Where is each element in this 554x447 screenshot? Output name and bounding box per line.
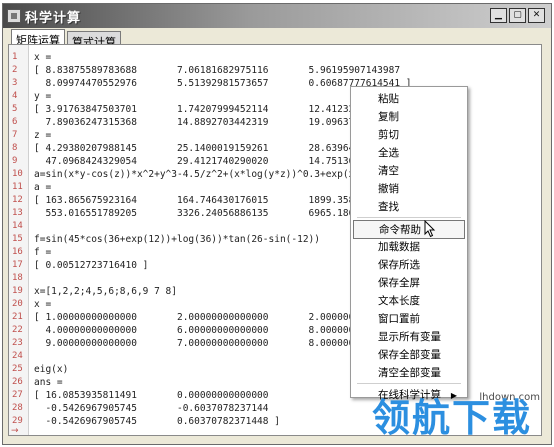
line-number: 20: [12, 299, 23, 309]
editor-line: 2 [ 8.83875589783688 7.06181682975116 5.9…: [9, 64, 541, 77]
line-text: -0.5426967905745 0.60370782371448 ]: [34, 416, 280, 427]
window-controls: ▁ ▢ ✕: [490, 8, 545, 23]
mouse-cursor-icon: [424, 220, 436, 238]
line-number: 12: [12, 195, 23, 205]
line-number: 13: [12, 208, 23, 218]
menu-item-label: 清空全部变量: [378, 367, 441, 379]
menu-item-label: 文本长度: [378, 295, 420, 307]
line-text: x =: [34, 299, 52, 310]
line-number: 18: [12, 273, 23, 283]
line-number: 8: [12, 143, 18, 153]
line-number: 17: [12, 260, 23, 270]
line-text: x=[1,2,2;4,5,6;8,6,9 7 8]: [34, 286, 177, 297]
menu-item[interactable]: 保存所选: [353, 256, 465, 275]
line-number: 4: [12, 91, 18, 101]
line-number: 24: [12, 351, 23, 361]
menu-item[interactable]: 显示所有变量: [353, 328, 465, 347]
minimize-icon: ▁: [495, 10, 502, 20]
line-number: 19: [12, 286, 23, 296]
editor-line: 1 x =: [9, 51, 541, 64]
minimize-button[interactable]: ▁: [490, 8, 507, 23]
line-number: 21: [12, 312, 23, 322]
menu-item-label: 显示所有变量: [378, 331, 441, 343]
menu-item[interactable]: 文本长度: [353, 292, 465, 311]
line-text: 4.00000000000000 6.00000000000000 8.0000…: [34, 325, 401, 336]
line-number: 27: [12, 390, 23, 400]
prompt-arrow-icon: →: [11, 426, 19, 436]
line-number: 6: [12, 117, 18, 127]
line-text: [ 1.00000000000000 2.00000000000000 2.00…: [34, 312, 401, 323]
menu-item[interactable]: 保存全屏: [353, 274, 465, 293]
menu-item-label: 保存所选: [378, 259, 420, 271]
line-number: 7: [12, 130, 18, 140]
line-text: z =: [34, 130, 52, 141]
line-number: 10: [12, 169, 23, 179]
menu-item[interactable]: 保存全部变量: [353, 346, 465, 365]
line-number: 3: [12, 78, 18, 88]
line-text: eig(x): [34, 364, 69, 375]
line-number: 16: [12, 247, 23, 257]
menu-separator: [357, 383, 461, 384]
maximize-icon: ▢: [513, 10, 522, 20]
line-number: 22: [12, 325, 23, 335]
menu-item-label: 命令帮助: [379, 224, 421, 236]
menu-item[interactable]: 加载数据: [353, 238, 465, 257]
line-text: ans =: [34, 377, 63, 388]
watermark-logo: 领航下载: [372, 396, 533, 440]
maximize-button[interactable]: ▢: [509, 8, 526, 23]
line-number: 23: [12, 338, 23, 348]
line-text: f=sin(45*cos(36+exp(12))+log(36))*tan(26…: [34, 234, 320, 245]
menu-item-label: 窗口置前: [378, 313, 420, 325]
line-text: [ 0.00512723716410 ]: [34, 260, 149, 271]
line-number: 2: [12, 65, 18, 75]
context-menu: 粘贴复制剪切全选清空撤销查找命令帮助加载数据保存所选保存全屏文本长度窗口置前显示…: [350, 86, 468, 401]
line-number: 1: [12, 52, 18, 62]
line-number: 5: [12, 104, 18, 114]
line-text: x =: [34, 52, 52, 63]
line-text: [ 3.91763847503701 1.74207999452114 12.4…: [34, 104, 401, 115]
line-text: [ 4.29380207988145 25.1400019159261 28.6…: [34, 143, 401, 154]
menu-item[interactable]: 窗口置前: [353, 310, 465, 329]
line-number: 15: [12, 234, 23, 244]
menu-item-label: 保存全部变量: [378, 349, 441, 361]
line-text: -0.5426967905745 -0.6037078237144: [34, 403, 269, 414]
menu-item-label: 清空: [378, 165, 399, 177]
app-icon: [7, 9, 21, 23]
line-number: 11: [12, 182, 23, 192]
menu-item-label: 剪切: [378, 129, 399, 141]
menu-item-label: 查找: [378, 201, 399, 213]
line-number: 14: [12, 221, 23, 231]
line-text: a=sin(x*y-cos(z))*x^2+y^3-4.5/z^2+(x*log…: [34, 169, 372, 180]
menu-item-label: 保存全屏: [378, 277, 420, 289]
menu-item[interactable]: 清空: [353, 162, 465, 181]
menu-item[interactable]: 撤销: [353, 180, 465, 199]
menu-item[interactable]: 命令帮助: [353, 220, 465, 239]
title-bar[interactable]: 科学计算 ▁ ▢ ✕: [3, 4, 551, 28]
line-text: [ 8.83875589783688 7.06181682975116 5.96…: [34, 65, 401, 76]
line-number: 26: [12, 377, 23, 387]
line-text: [ 16.0853935811491 0.00000000000000: [34, 390, 269, 401]
close-icon: ✕: [532, 10, 541, 20]
menu-item[interactable]: 全选: [353, 144, 465, 163]
line-number: 25: [12, 364, 23, 374]
line-text: f =: [34, 247, 52, 258]
menu-item[interactable]: 查找: [353, 198, 465, 217]
menu-item-label: 全选: [378, 147, 399, 159]
menu-item-label: 加载数据: [378, 241, 420, 253]
menu-separator: [357, 217, 461, 218]
menu-item-label: 撤销: [378, 183, 399, 195]
menu-item-label: 粘贴: [378, 93, 399, 105]
line-number: 9: [12, 156, 18, 166]
menu-item[interactable]: 粘贴: [353, 90, 465, 109]
window-title: 科学计算: [25, 10, 82, 26]
line-text: y =: [34, 91, 52, 102]
close-button[interactable]: ✕: [528, 8, 545, 23]
line-text: a =: [34, 182, 52, 193]
menu-item[interactable]: 剪切: [353, 126, 465, 145]
line-text: [ 163.865675923164 164.746430176015 1899…: [34, 195, 401, 206]
menu-item-label: 复制: [378, 111, 399, 123]
menu-item[interactable]: 复制: [353, 108, 465, 127]
menu-item[interactable]: 清空全部变量: [353, 364, 465, 383]
line-number: 28: [12, 403, 23, 413]
